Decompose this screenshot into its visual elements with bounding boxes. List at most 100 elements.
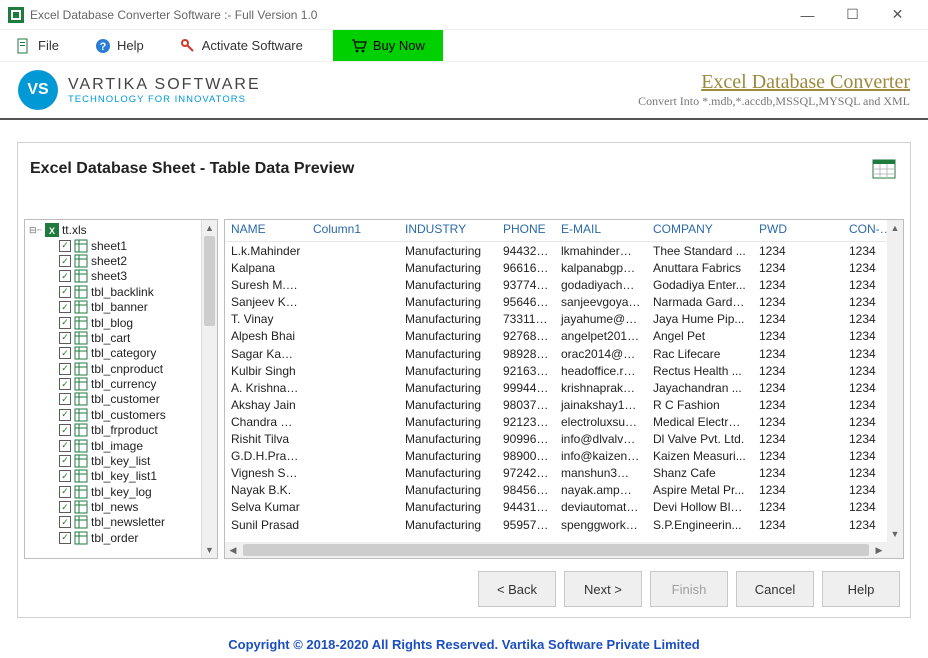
svg-text:?: ? [100,41,107,53]
table-row[interactable]: A. Krishna Pr...Manufacturing999443...kr… [225,379,903,396]
tree-item[interactable]: ✓sheet3 [29,269,201,284]
scroll-left-icon[interactable]: ◀ [225,542,241,558]
checkbox-icon[interactable]: ✓ [59,332,71,344]
tree-item-label: tbl_backlink [91,285,154,299]
tree-item[interactable]: ✓tbl_key_list [29,453,201,468]
tree-item[interactable]: ✓ tbl_news [29,499,201,514]
tree-item[interactable]: ✓tbl_newsletter [29,515,201,530]
checkbox-icon[interactable]: ✓ [59,455,71,467]
table-row[interactable]: Alpesh BhaiManufacturing927687...angelpe… [225,327,903,344]
tree-item[interactable]: ✓ tbl_order [29,530,201,545]
help-button[interactable]: Help [822,571,900,607]
close-button[interactable]: ✕ [875,1,920,29]
scroll-right-icon[interactable]: ▶ [871,542,887,558]
finish-button[interactable]: Finish [650,571,728,607]
checkbox-icon[interactable]: ✓ [59,393,71,405]
checkbox-icon[interactable]: ✓ [59,470,71,482]
tree-item[interactable]: ✓tbl_image [29,438,201,453]
sheet-tree[interactable]: ⊟┈Xtt.xls✓sheet1✓sheet2✓sheet3✓tbl_backl… [24,219,218,559]
panel-title: Excel Database Sheet - Table Data Previe… [30,160,354,178]
header-phone[interactable]: PHONE [497,220,555,241]
tree-item[interactable]: ✓ tbl_customer [29,392,201,407]
header-pwd[interactable]: PWD [753,220,843,241]
checkbox-icon[interactable]: ✓ [59,486,71,498]
tree-item[interactable]: ✓tbl_key_list1 [29,469,201,484]
header-company[interactable]: COMPANY [647,220,753,241]
window-title: Excel Database Converter Software :- Ful… [30,8,785,22]
checkbox-icon[interactable]: ✓ [59,270,71,282]
tree-item[interactable]: ✓sheet2 [29,253,201,268]
next-button[interactable]: Next > [564,571,642,607]
table-row[interactable]: Sunil PrasadManufacturing959578...spengg… [225,516,903,533]
table-row[interactable]: Suresh M. D...Manufacturing937742...goda… [225,276,903,293]
tree-item[interactable]: ✓tbl_currency [29,376,201,391]
table-row[interactable]: G.D.H.PrahladManufacturing989000...info@… [225,447,903,464]
data-grid[interactable]: NAME Column1 INDUSTRY PHONE E-MAIL COMPA… [224,219,904,559]
checkbox-icon[interactable]: ✓ [59,440,71,452]
menu-help[interactable]: ? Help [89,30,150,61]
checkbox-icon[interactable]: ✓ [59,317,71,329]
table-row[interactable]: Selva KumarManufacturing944317...deviaut… [225,498,903,515]
tree-item[interactable]: ✓ tbl_backlink [29,284,201,299]
tree-scrollbar[interactable]: ▲ ▼ [201,220,217,558]
cancel-button[interactable]: Cancel [736,571,814,607]
table-row[interactable]: Rishit TilvaManufacturing909967...info@d… [225,430,903,447]
checkbox-icon[interactable]: ✓ [59,240,71,252]
table-row[interactable]: Akshay JainManufacturing980376...jainaks… [225,396,903,413]
checkbox-icon[interactable]: ✓ [59,424,71,436]
tree-root[interactable]: ⊟┈Xtt.xls [29,222,201,238]
tree-item[interactable]: ✓tbl_customers [29,407,201,422]
tree-item[interactable]: ✓tbl_frproduct [29,423,201,438]
menu-buy[interactable]: Buy Now [333,30,443,61]
table-row[interactable]: Nayak B.K.Manufacturing984565...nayak.am… [225,481,903,498]
table-row[interactable]: L.k.MahinderManufacturing944322...lkmahi… [225,242,903,259]
checkbox-icon[interactable]: ✓ [59,532,71,544]
grid-hscrollbar[interactable]: ◀ ▶ [225,542,903,558]
scroll-down-icon[interactable]: ▼ [887,526,903,542]
checkbox-icon[interactable]: ✓ [59,501,71,513]
tree-item[interactable]: ✓tbl_cnproduct [29,361,201,376]
tree-item[interactable]: ✓ tbl_blog [29,315,201,330]
scroll-up-icon[interactable]: ▲ [202,220,217,236]
tree-item-label: tbl_order [91,531,138,545]
grid-vscrollbar[interactable]: ▲ ▼ [887,220,903,542]
checkbox-icon[interactable]: ✓ [59,286,71,298]
checkbox-icon[interactable]: ✓ [59,255,71,267]
menu-activate[interactable]: Activate Software [174,30,309,61]
table-row[interactable]: Sanjeev Ku...Manufacturing956460...sanje… [225,293,903,310]
minimize-button[interactable]: — [785,1,830,29]
checkbox-icon[interactable]: ✓ [59,301,71,313]
tree-item-label: tbl_customer [91,392,160,406]
tree-item-label: tbl_news [91,500,138,514]
scroll-thumb[interactable] [204,236,215,326]
scroll-up-icon[interactable]: ▲ [887,220,903,236]
header-column1[interactable]: Column1 [307,220,399,241]
tree-item[interactable]: ✓tbl_cart [29,330,201,345]
header-name[interactable]: NAME [225,220,307,241]
tree-item[interactable]: ✓tbl_category [29,346,201,361]
tree-item[interactable]: ✓ tbl_key_log [29,484,201,499]
table-row[interactable]: Chandra Raj...Manufacturing921231...elec… [225,413,903,430]
table-row[interactable]: KalpanaManufacturing966165...kalpanabgp0… [225,259,903,276]
menubar: File ? Help Activate Software Buy Now [0,30,928,62]
checkbox-icon[interactable]: ✓ [59,347,71,359]
checkbox-icon[interactable]: ✓ [59,409,71,421]
table-row[interactable]: T. VinayManufacturing733117...jayahume@g… [225,310,903,327]
checkbox-icon[interactable]: ✓ [59,378,71,390]
back-button[interactable]: < Back [478,571,556,607]
tree-item-label: tbl_key_log [91,485,152,499]
table-row[interactable]: Sagar KambleManufacturing989285...orac20… [225,345,903,362]
scroll-down-icon[interactable]: ▼ [202,542,217,558]
table-row[interactable]: Kulbir SinghManufacturing921634...headof… [225,362,903,379]
header-email[interactable]: E-MAIL [555,220,647,241]
maximize-button[interactable]: ☐ [830,1,875,29]
checkbox-icon[interactable]: ✓ [59,363,71,375]
scroll-thumb[interactable] [243,544,869,556]
tree-item[interactable]: ✓sheet1 [29,238,201,253]
menu-file[interactable]: File [10,30,65,61]
header-industry[interactable]: INDUSTRY [399,220,497,241]
tree-item-label: tbl_blog [91,316,133,330]
tree-item[interactable]: ✓tbl_banner [29,300,201,315]
table-row[interactable]: Vignesh Sub...Manufacturing972424...mans… [225,464,903,481]
checkbox-icon[interactable]: ✓ [59,516,71,528]
